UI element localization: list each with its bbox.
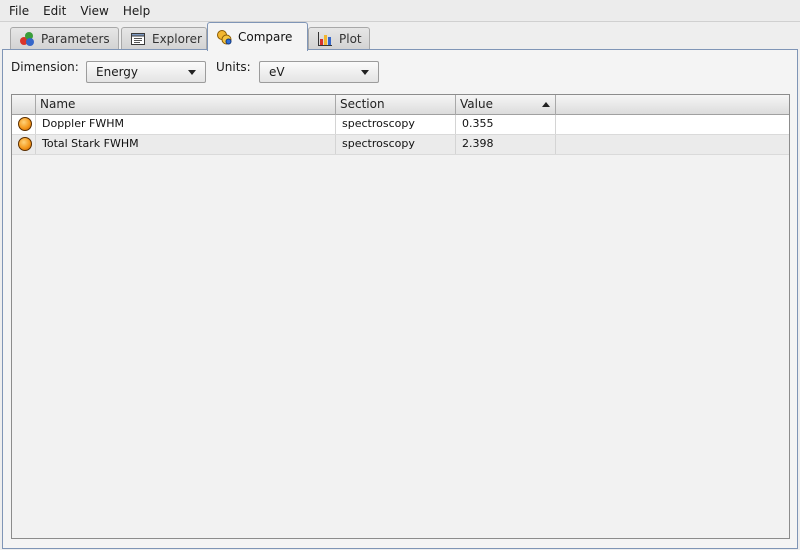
table-row[interactable]: Total Stark FWHM spectroscopy 2.398 (12, 135, 789, 155)
units-select[interactable]: eV (259, 61, 379, 83)
chevron-down-icon (361, 70, 369, 75)
name-cell: Doppler FWHM (36, 115, 336, 134)
column-header-section[interactable]: Section (336, 95, 456, 115)
status-cell (12, 135, 36, 154)
column-header-name[interactable]: Name (36, 95, 336, 115)
table-header: Name Section Value (12, 95, 789, 115)
tab-explorer-label: Explorer (152, 32, 202, 46)
units-select-value: eV (269, 65, 285, 79)
menu-bar: File Edit View Help (0, 0, 800, 22)
chevron-down-icon (188, 70, 196, 75)
explorer-icon (130, 31, 146, 47)
column-header-value[interactable]: Value (456, 95, 556, 115)
tab-compare-label: Compare (238, 30, 293, 44)
dimension-select[interactable]: Energy (86, 61, 206, 83)
units-label: Units: (216, 60, 251, 74)
tab-plot[interactable]: Plot (308, 27, 370, 50)
tab-plot-label: Plot (339, 32, 362, 46)
tab-explorer[interactable]: Explorer (121, 27, 207, 50)
section-cell: spectroscopy (336, 135, 456, 154)
compare-panel: Dimension: Energy Units: eV Name Section… (2, 49, 798, 549)
status-cell (12, 115, 36, 134)
value-cell: 0.355 (456, 115, 556, 134)
value-cell: 2.398 (456, 135, 556, 154)
tab-parameters-label: Parameters (41, 32, 110, 46)
orange-orb-icon (18, 117, 32, 131)
tab-bar: Parameters Explorer Compare Plot (0, 22, 800, 51)
tab-compare[interactable]: Compare (207, 22, 308, 51)
name-cell: Total Stark FWHM (36, 135, 336, 154)
section-cell: spectroscopy (336, 115, 456, 134)
column-header-value-label: Value (460, 97, 493, 111)
parameters-icon (19, 31, 35, 47)
dimension-label: Dimension: (11, 60, 79, 74)
dimension-select-value: Energy (96, 65, 139, 79)
menu-help[interactable]: Help (116, 0, 157, 22)
menu-edit[interactable]: Edit (36, 0, 73, 22)
compare-table: Name Section Value Doppler FWHM spectros… (11, 94, 790, 539)
orange-orb-icon (18, 137, 32, 151)
column-header-status[interactable] (12, 95, 36, 115)
plot-icon (317, 31, 333, 47)
tab-parameters[interactable]: Parameters (10, 27, 119, 50)
compare-icon (216, 29, 232, 45)
menu-file[interactable]: File (2, 0, 36, 22)
menu-view[interactable]: View (73, 0, 115, 22)
table-row[interactable]: Doppler FWHM spectroscopy 0.355 (12, 115, 789, 135)
sort-ascending-icon (542, 102, 550, 107)
